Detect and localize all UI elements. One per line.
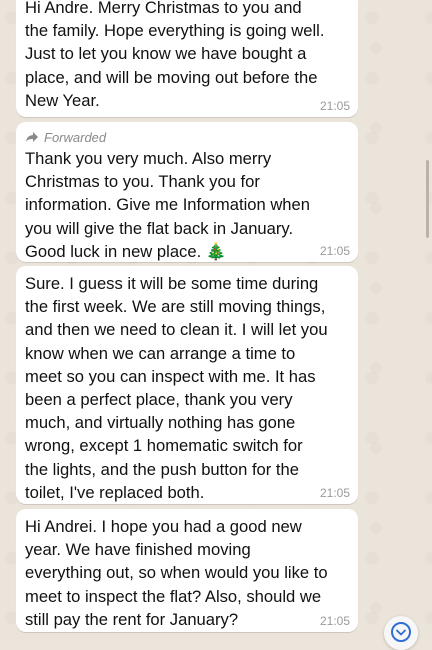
message-timestamp: 21:05 [319, 614, 350, 628]
forward-arrow-icon [25, 131, 39, 143]
message-timestamp: 21:05 [319, 486, 350, 500]
message-bubble[interactable]: Sure. I guess it will be some time durin… [16, 266, 358, 504]
message-bubble[interactable]: Hi Andre. Merry Christmas to you and the… [16, 0, 358, 117]
message-bubble-forwarded[interactable]: Forwarded Thank you very much. Also merr… [16, 122, 358, 262]
message-timestamp: 21:05 [319, 99, 350, 113]
chevron-down-icon [391, 622, 411, 642]
scroll-indicator[interactable] [426, 160, 429, 238]
message-text: Hi Andrei. I hope you had a good new yea… [25, 517, 328, 629]
message-bubble[interactable]: Hi Andrei. I hope you had a good new yea… [16, 509, 358, 632]
message-timestamp: 21:05 [319, 244, 350, 258]
chat-message-list[interactable]: Hi Andre. Merry Christmas to you and the… [0, 0, 432, 650]
message-text: Thank you very much. Also merry Christma… [25, 149, 310, 261]
scroll-to-bottom-button[interactable] [384, 616, 418, 650]
message-text: Sure. I guess it will be some time durin… [25, 274, 328, 502]
message-text: Hi Andre. Merry Christmas to you and the… [25, 0, 325, 110]
forwarded-text: Forwarded [44, 129, 107, 145]
forwarded-label: Forwarded [25, 128, 349, 146]
